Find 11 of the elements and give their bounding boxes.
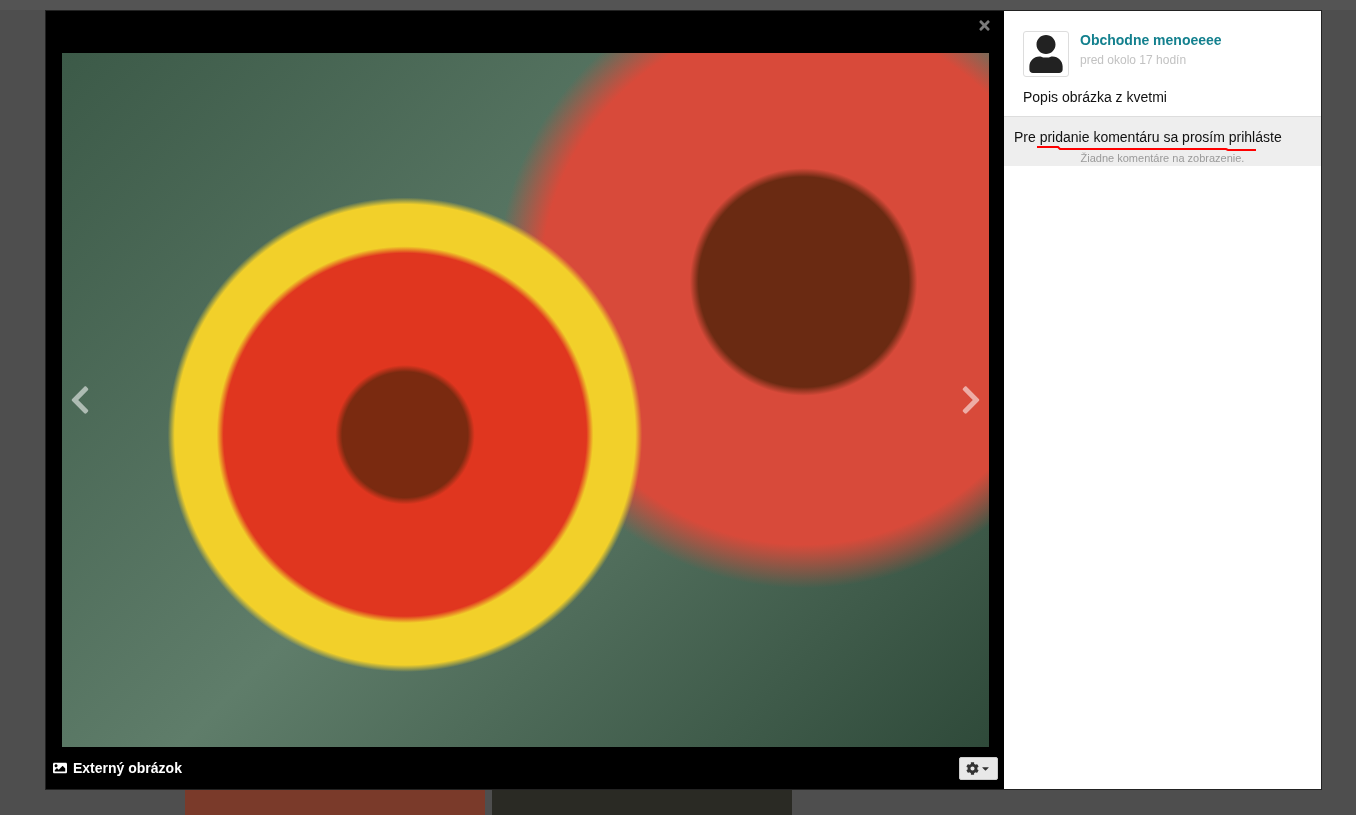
image-caption: Externý obrázok xyxy=(73,760,182,776)
image-icon xyxy=(53,761,67,775)
image-description: Popis obrázka z kvetmi xyxy=(1022,88,1168,107)
close-icon[interactable] xyxy=(977,18,992,33)
gear-icon xyxy=(966,761,979,775)
login-prompt: Pre pridanie komentáru sa prosím prihláste xyxy=(1014,129,1282,145)
settings-button[interactable] xyxy=(959,756,998,780)
author-link[interactable]: Obchodne menoeeee xyxy=(1080,32,1222,48)
avatar-icon xyxy=(1023,31,1069,77)
post-time: pred okolo 17 hodín xyxy=(1080,53,1188,67)
no-comments-message: Žiadne komentáre na zobrazenie. xyxy=(1079,151,1246,164)
